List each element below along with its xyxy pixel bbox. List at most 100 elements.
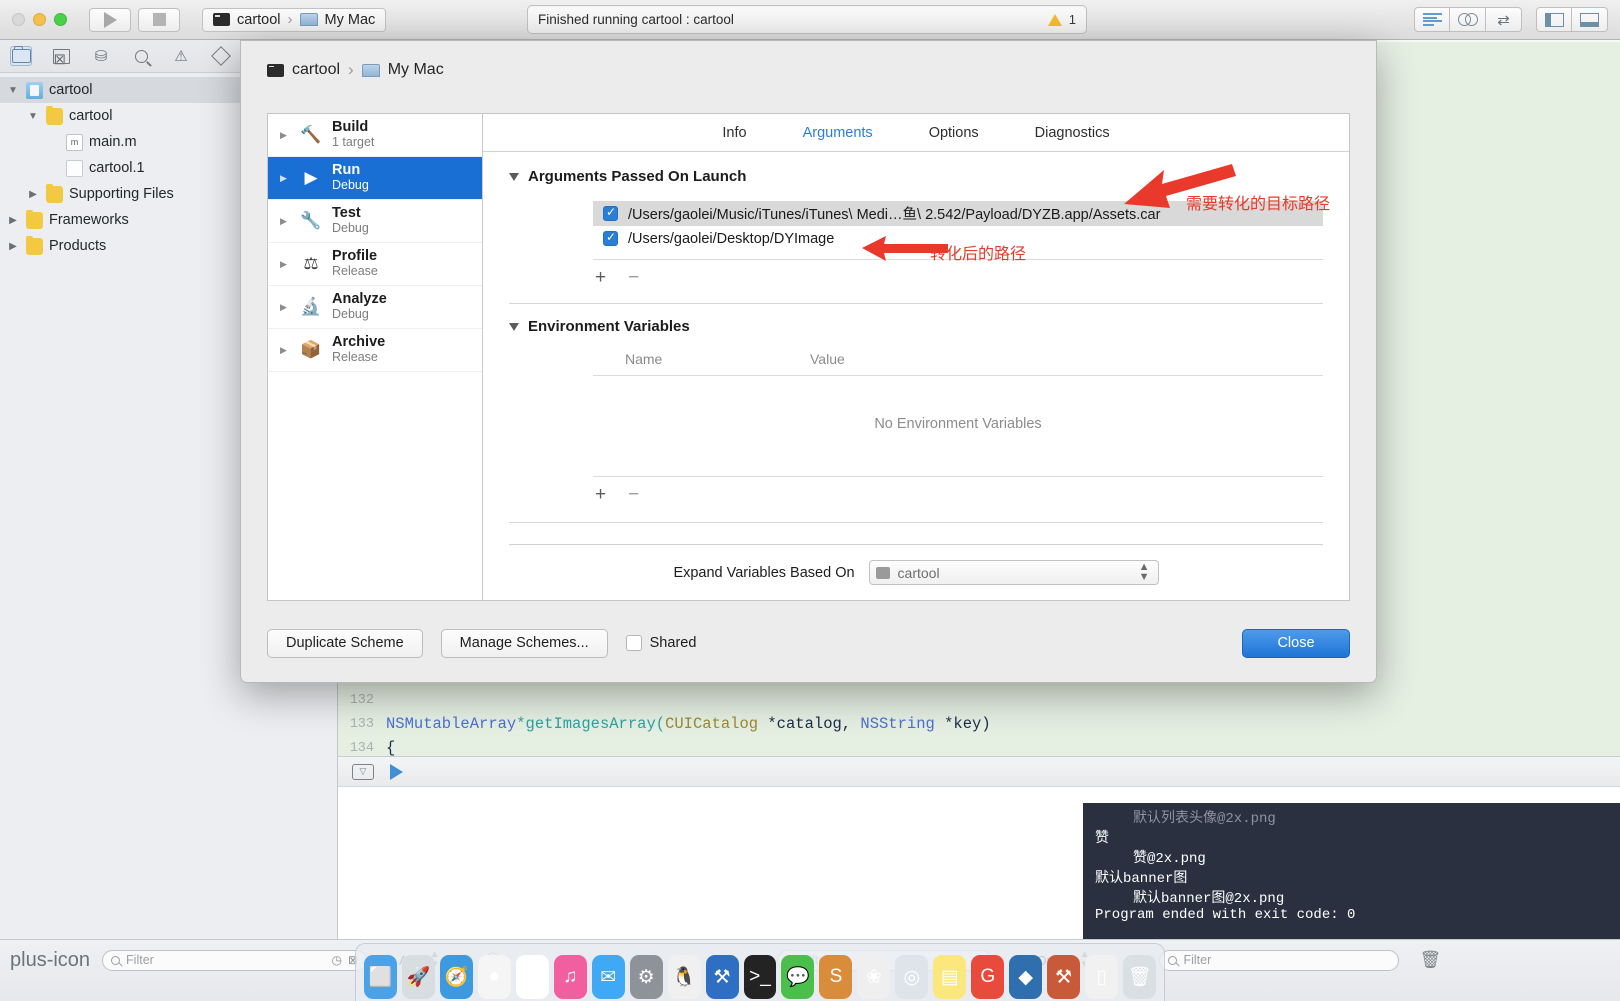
shared-checkbox[interactable] [625, 635, 642, 651]
scheme-selector[interactable]: cartool › My Mac [202, 7, 387, 32]
assistant-editor-button[interactable] [1450, 7, 1486, 32]
remove-argument-button[interactable]: − [628, 267, 639, 289]
dock-item-google[interactable]: G [971, 955, 1005, 999]
add-environment-button[interactable]: + [595, 484, 606, 506]
argument-checkbox[interactable] [603, 230, 618, 246]
shared-checkbox-group[interactable]: Shared [625, 635, 696, 651]
add-file-button[interactable]: plus-icon [10, 949, 90, 972]
console-filter-field[interactable]: Filter [1159, 949, 1400, 971]
duplicate-scheme-button[interactable]: Duplicate Scheme [267, 628, 423, 658]
disclosure-triangle-icon[interactable]: ▼ [26, 111, 40, 122]
standard-editor-button[interactable] [1414, 7, 1450, 32]
disclosure-triangle-icon[interactable]: ▶ [280, 259, 290, 270]
dock-item-sublime[interactable]: S [819, 955, 853, 999]
warning-icon [1047, 13, 1062, 26]
dock-item-chrome[interactable]: ● [477, 955, 511, 999]
dock-item-tools[interactable]: ⚒ [1047, 955, 1081, 999]
disclosure-triangle-icon[interactable] [509, 322, 519, 331]
scheme-action-name: Run [332, 161, 361, 178]
dock-item-launchpad[interactable]: 🚀 [401, 955, 435, 999]
warning-count: 1 [1068, 12, 1076, 27]
tab-options[interactable]: Options [929, 125, 979, 141]
annotation-text-2: 转化后的路径 [930, 246, 1027, 263]
dock-item-safari[interactable]: 🧭 [439, 955, 473, 999]
close-window-button[interactable] [12, 13, 25, 26]
scheme-action-config: Debug [332, 220, 369, 235]
stop-button[interactable] [138, 7, 180, 32]
dock-item-wechat[interactable]: 💬 [781, 955, 815, 999]
dock-item-qq[interactable]: 🐧 [667, 955, 701, 999]
scheme-action-run[interactable]: ▶ ▶ Run Debug [268, 157, 482, 200]
add-argument-button[interactable]: + [595, 267, 606, 289]
console-line: 默认列表头像@2x.png [1133, 811, 1276, 827]
environment-section-header[interactable]: Environment Variables [483, 318, 1349, 335]
dock-item-calendar[interactable]: 12 [515, 955, 549, 999]
disclosure-triangle-icon[interactable]: ▶ [280, 345, 290, 356]
navigator-panel-icon [1544, 12, 1564, 27]
stop-icon [152, 13, 166, 26]
trash-icon[interactable]: 🗑 [1419, 950, 1441, 970]
toggle-navigator-button[interactable] [1536, 7, 1572, 32]
dock-item-notes[interactable]: ▤ [933, 955, 967, 999]
dock-item-preview[interactable]: ◎ [895, 955, 929, 999]
argument-checkbox[interactable] [603, 205, 618, 221]
popup-arrows-icon: ▲ ▼ [1138, 561, 1150, 583]
scheme-action-config: 1 target [332, 134, 375, 149]
dock-item-itunes[interactable]: ♫ [553, 955, 587, 999]
step-over-icon[interactable] [390, 763, 403, 780]
dock-item-trash[interactable]: 🗑 [1123, 955, 1157, 999]
remove-environment-button[interactable]: − [628, 484, 639, 506]
disclosure-triangle-icon[interactable] [509, 172, 519, 181]
code-line[interactable]: 133 NSMutableArray*getImagesArray(CUICat… [340, 712, 1620, 736]
manage-schemes-button[interactable]: Manage Schemes... [440, 628, 608, 658]
symbol-navigator-tab[interactable]: ⊠ [50, 46, 72, 68]
scheme-action-analyze[interactable]: ▶ 🔬 Analyze Debug [268, 286, 482, 329]
analyze-icon: 🔬 [300, 297, 322, 316]
section-divider [509, 303, 1323, 304]
toggle-debug-area-button[interactable] [1572, 7, 1608, 32]
dock-item-finder[interactable]: ⬜ [364, 955, 397, 999]
disclosure-triangle-icon[interactable]: ▶ [280, 130, 290, 141]
version-editor-button[interactable]: ⇄ [1486, 7, 1522, 32]
close-button[interactable]: Close [1242, 628, 1350, 658]
scheme-action-profile[interactable]: ▶ ⚖ Profile Release [268, 243, 482, 286]
dock-item-xcode[interactable]: ⚒ [705, 955, 739, 999]
dock-item-mail[interactable]: ✉ [591, 955, 625, 999]
disclosure-triangle-icon[interactable]: ▶ [6, 241, 20, 252]
archive-icon: 📦 [300, 340, 322, 359]
tab-diagnostics[interactable]: Diagnostics [1035, 125, 1110, 141]
minimize-window-button[interactable] [33, 13, 46, 26]
navigator-filter-field[interactable]: Filter ◷ ⊠ [102, 949, 368, 971]
disclosure-triangle-icon[interactable]: ▶ [280, 173, 290, 184]
dock-item-photos[interactable]: ❀ [857, 955, 891, 999]
play-icon: ▶ [304, 168, 318, 187]
run-button[interactable] [89, 7, 131, 32]
scheme-action-test[interactable]: ▶ 🔧 Test Debug [268, 200, 482, 243]
sheet-destination-icon [361, 63, 380, 77]
scheme-action-config: Release [332, 263, 378, 278]
clock-icon[interactable]: ◷ [332, 953, 342, 967]
tab-arguments[interactable]: Arguments [803, 125, 873, 141]
dock-item-terminal[interactable]: >_ [743, 955, 777, 999]
project-navigator-tab[interactable] [10, 46, 32, 66]
scheme-action-archive[interactable]: ▶ 📦 Archive Release [268, 329, 482, 372]
zoom-window-button[interactable] [54, 13, 67, 26]
hierarchy-navigator-tab[interactable]: ⛁ [90, 46, 112, 66]
disclosure-triangle-icon[interactable]: ▼ [6, 85, 20, 96]
disclosure-triangle-icon[interactable]: ▶ [6, 215, 20, 226]
find-navigator-tab[interactable] [130, 46, 152, 66]
dock-item-system-preferences[interactable]: ⚙ [629, 955, 663, 999]
disclosure-triangle-icon[interactable]: ▶ [280, 302, 290, 313]
tab-info[interactable]: Info [722, 125, 746, 141]
breakpoint-navigator-tab[interactable] [210, 46, 232, 66]
hide-debug-area-icon[interactable]: ▽ [352, 763, 374, 780]
disclosure-triangle-icon[interactable]: ▶ [280, 216, 290, 227]
dock-item-phone-sim[interactable]: ▯ [1085, 955, 1119, 999]
scheme-action-build[interactable]: ▶ 🔨 Build 1 target [268, 114, 482, 157]
environment-table-header: Name Value [593, 347, 1323, 371]
disclosure-triangle-icon[interactable]: ▶ [26, 189, 40, 200]
dock-item-tencent[interactable]: ◆ [1009, 955, 1043, 999]
expand-variables-popup[interactable]: cartool ▲ ▼ [868, 560, 1159, 585]
console-output[interactable]: 默认列表头像@2x.png 赞赞@2x.png 默认banner图 默认banner图… [1083, 803, 1620, 939]
issue-navigator-tab[interactable]: ⚠ [170, 46, 192, 66]
